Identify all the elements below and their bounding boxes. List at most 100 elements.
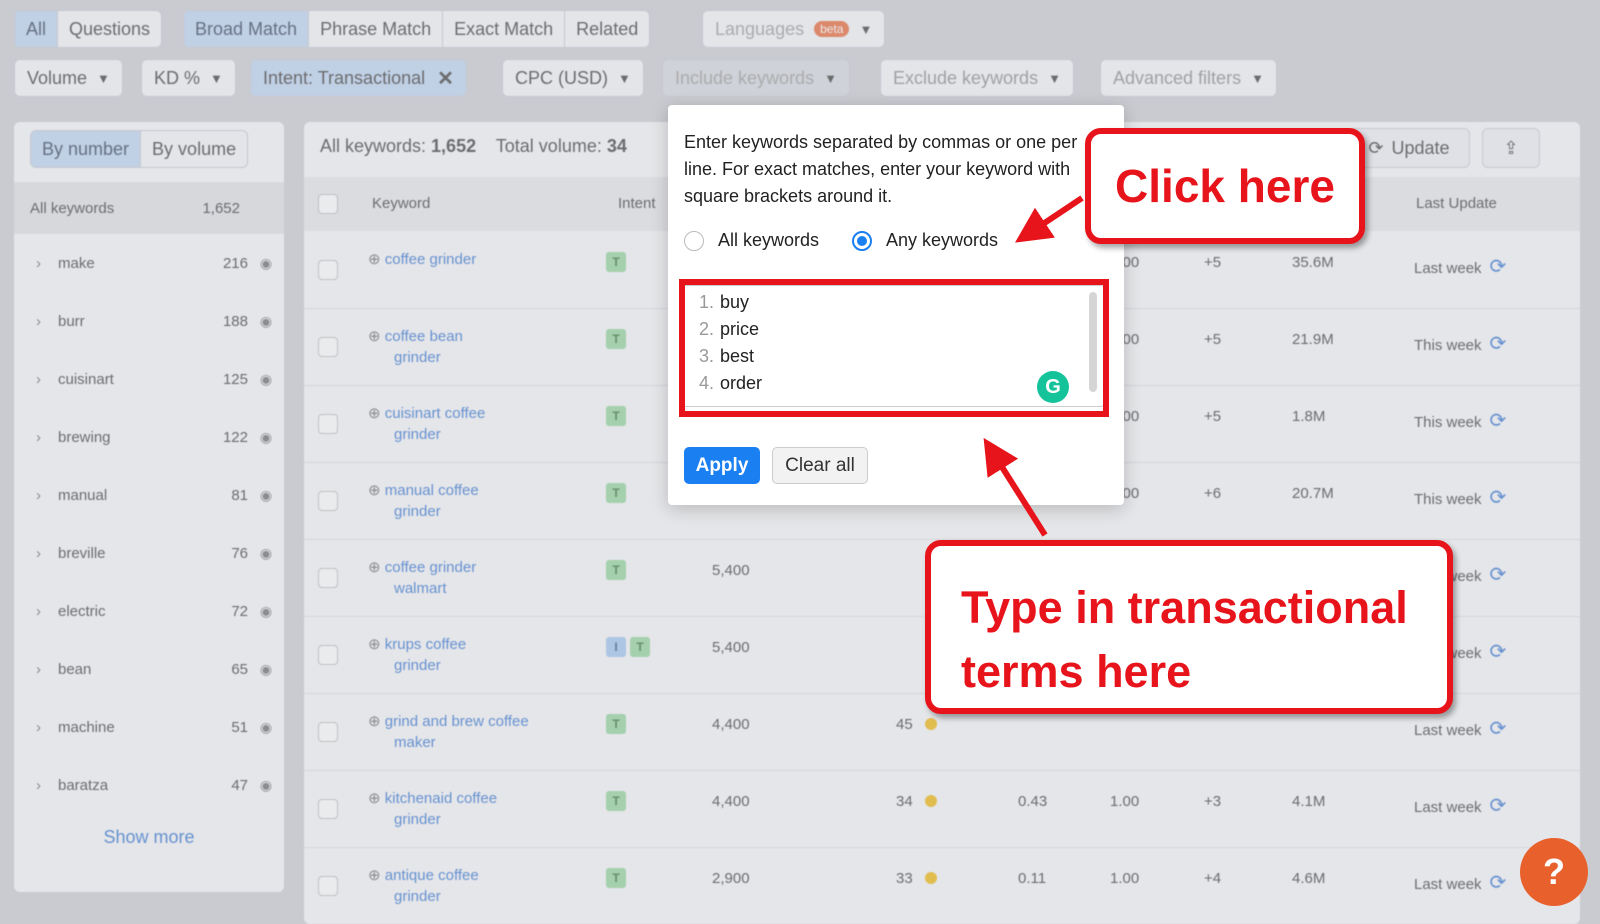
refresh-icon[interactable]: ⟳ bbox=[1490, 641, 1507, 663]
sidebar-group-item[interactable]: › cuisinart 125 ◉ bbox=[14, 350, 284, 408]
chevron-right-icon[interactable]: › bbox=[36, 545, 58, 562]
chevron-right-icon[interactable]: › bbox=[36, 661, 58, 678]
radio-all-keywords[interactable]: All keywords bbox=[684, 230, 819, 251]
by-volume-toggle[interactable]: By volume bbox=[141, 131, 247, 167]
refresh-icon[interactable]: ⟳ bbox=[1490, 410, 1507, 432]
tab-broad-match[interactable]: Broad Match bbox=[184, 11, 310, 47]
languages-dropdown[interactable]: Languages beta ▼ bbox=[702, 10, 886, 48]
cpc-filter[interactable]: CPC (USD) ▼ bbox=[502, 59, 644, 97]
keyword-link[interactable]: ⊕ coffee grinder walmart bbox=[368, 557, 476, 599]
chevron-right-icon[interactable]: › bbox=[36, 603, 58, 620]
eye-icon[interactable]: ◉ bbox=[248, 371, 284, 388]
row-checkbox[interactable] bbox=[318, 491, 338, 511]
chevron-down-icon: ▼ bbox=[1048, 70, 1061, 86]
chevron-right-icon[interactable]: › bbox=[36, 429, 58, 446]
update-button[interactable]: ⟳ Update bbox=[1348, 128, 1470, 168]
add-icon[interactable]: ⊕ bbox=[368, 405, 381, 422]
radio-button-selected[interactable] bbox=[852, 230, 872, 251]
eye-icon[interactable]: ◉ bbox=[248, 255, 284, 272]
add-icon[interactable]: ⊕ bbox=[368, 251, 381, 268]
sidebar-group-item[interactable]: › make 216 ◉ bbox=[14, 234, 284, 292]
chevron-right-icon[interactable]: › bbox=[36, 313, 58, 330]
column-last-update[interactable]: Last Update bbox=[1416, 195, 1497, 212]
radio-any-keywords[interactable]: Any keywords bbox=[852, 230, 998, 251]
row-checkbox[interactable] bbox=[318, 260, 338, 280]
tab-exact-match[interactable]: Exact Match bbox=[443, 11, 566, 47]
row-checkbox[interactable] bbox=[318, 722, 338, 742]
eye-icon[interactable]: ◉ bbox=[248, 545, 284, 562]
row-checkbox[interactable] bbox=[318, 876, 338, 896]
keyword-link[interactable]: ⊕ grind and brew coffee maker bbox=[368, 711, 529, 753]
exclude-keywords-filter[interactable]: Exclude keywords ▼ bbox=[880, 59, 1074, 97]
refresh-icon[interactable]: ⟳ bbox=[1490, 872, 1507, 894]
show-more-link[interactable]: Show more bbox=[14, 827, 284, 848]
keyword-link[interactable]: ⊕ krups coffee grinder bbox=[368, 634, 466, 676]
sidebar-group-item[interactable]: › electric 72 ◉ bbox=[14, 582, 284, 640]
eye-icon[interactable]: ◉ bbox=[248, 429, 284, 446]
intent-filter[interactable]: Intent: Transactional ✕ bbox=[250, 59, 467, 97]
sidebar-all-keywords[interactable]: All keywords 1,652 bbox=[14, 182, 284, 234]
tab-questions[interactable]: Questions bbox=[58, 11, 161, 47]
add-icon[interactable]: ⊕ bbox=[368, 713, 381, 730]
tab-phrase-match[interactable]: Phrase Match bbox=[309, 11, 444, 47]
add-icon[interactable]: ⊕ bbox=[368, 328, 381, 345]
add-icon[interactable]: ⊕ bbox=[368, 482, 381, 499]
eye-icon[interactable]: ◉ bbox=[248, 487, 284, 504]
eye-icon[interactable]: ◉ bbox=[248, 313, 284, 330]
sidebar-group-item[interactable]: › bean 65 ◉ bbox=[14, 640, 284, 698]
advanced-filters[interactable]: Advanced filters ▼ bbox=[1100, 59, 1277, 97]
add-icon[interactable]: ⊕ bbox=[368, 790, 381, 807]
sidebar-group-item[interactable]: › burr 188 ◉ bbox=[14, 292, 284, 350]
sidebar-group-item[interactable]: › brewing 122 ◉ bbox=[14, 408, 284, 466]
eye-icon[interactable]: ◉ bbox=[248, 661, 284, 678]
row-checkbox[interactable] bbox=[318, 645, 338, 665]
add-icon[interactable]: ⊕ bbox=[368, 636, 381, 653]
apply-button[interactable]: Apply bbox=[684, 447, 760, 484]
chevron-right-icon[interactable]: › bbox=[36, 487, 58, 504]
tab-all[interactable]: All bbox=[15, 11, 59, 47]
refresh-icon[interactable]: ⟳ bbox=[1490, 333, 1507, 355]
row-checkbox[interactable] bbox=[318, 799, 338, 819]
include-keywords-filter[interactable]: Include keywords ▼ bbox=[662, 59, 850, 97]
keyword-link[interactable]: ⊕ cuisinart coffee grinder bbox=[368, 403, 485, 445]
eye-icon[interactable]: ◉ bbox=[248, 777, 284, 794]
chevron-right-icon[interactable]: › bbox=[36, 777, 58, 794]
sidebar-group-item[interactable]: › breville 76 ◉ bbox=[14, 524, 284, 582]
sidebar-group-item[interactable]: › baratza 47 ◉ bbox=[14, 756, 284, 814]
row-checkbox[interactable] bbox=[318, 337, 338, 357]
refresh-icon[interactable]: ⟳ bbox=[1490, 487, 1507, 509]
help-button[interactable]: ? bbox=[1520, 838, 1588, 906]
keyword-text-2: grinder bbox=[394, 503, 441, 520]
kd-filter[interactable]: KD % ▼ bbox=[141, 59, 236, 97]
refresh-icon[interactable]: ⟳ bbox=[1490, 564, 1507, 586]
keyword-link[interactable]: ⊕ coffee bean grinder bbox=[368, 326, 463, 368]
sidebar-group-item[interactable]: › machine 51 ◉ bbox=[14, 698, 284, 756]
export-button[interactable]: ⇪ bbox=[1482, 128, 1540, 168]
by-number-toggle[interactable]: By number bbox=[31, 131, 142, 167]
select-all-checkbox[interactable] bbox=[318, 194, 338, 214]
row-checkbox[interactable] bbox=[318, 414, 338, 434]
refresh-icon[interactable]: ⟳ bbox=[1490, 795, 1507, 817]
keyword-link[interactable]: ⊕ manual coffee grinder bbox=[368, 480, 479, 522]
volume-filter[interactable]: Volume ▼ bbox=[14, 59, 123, 97]
sidebar-group-item[interactable]: › manual 81 ◉ bbox=[14, 466, 284, 524]
keyword-link[interactable]: ⊕ kitchenaid coffee grinder bbox=[368, 788, 497, 830]
add-icon[interactable]: ⊕ bbox=[368, 867, 381, 884]
eye-icon[interactable]: ◉ bbox=[248, 719, 284, 736]
keyword-link[interactable]: ⊕ coffee grinder bbox=[368, 249, 476, 291]
column-keyword[interactable]: Keyword bbox=[372, 195, 430, 212]
chevron-right-icon[interactable]: › bbox=[36, 255, 58, 272]
tab-related[interactable]: Related bbox=[565, 11, 649, 47]
refresh-icon[interactable]: ⟳ bbox=[1490, 718, 1507, 740]
row-checkbox[interactable] bbox=[318, 568, 338, 588]
keyword-link[interactable]: ⊕ antique coffee grinder bbox=[368, 865, 479, 907]
chevron-right-icon[interactable]: › bbox=[36, 719, 58, 736]
chevron-right-icon[interactable]: › bbox=[36, 371, 58, 388]
radio-button[interactable] bbox=[684, 230, 704, 251]
refresh-icon[interactable]: ⟳ bbox=[1490, 256, 1507, 278]
close-icon[interactable]: ✕ bbox=[437, 66, 454, 91]
column-intent[interactable]: Intent bbox=[618, 195, 656, 212]
clear-all-button[interactable]: Clear all bbox=[772, 447, 868, 484]
eye-icon[interactable]: ◉ bbox=[248, 603, 284, 620]
add-icon[interactable]: ⊕ bbox=[368, 559, 381, 576]
